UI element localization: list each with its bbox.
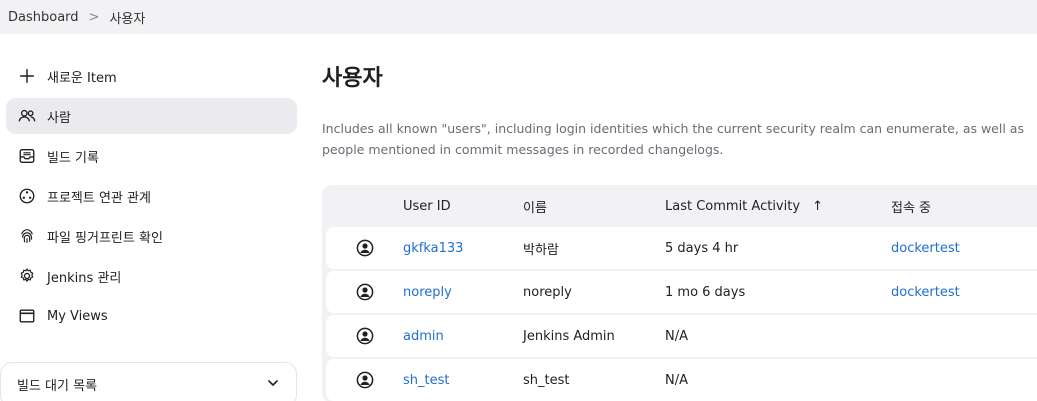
table-header: User ID 이름 Last Commit Activity ↑ 접속 중 <box>326 185 1037 227</box>
window-icon <box>17 306 37 326</box>
sidebar-item-label: Jenkins 관리 <box>47 270 122 286</box>
header-online[interactable]: 접속 중 <box>891 197 1037 216</box>
user-name: noreply <box>523 284 572 300</box>
user-avatar-icon <box>326 371 403 389</box>
user-name: 박하람 <box>523 242 559 258</box>
table-row: noreply noreply 1 mo 6 days dockertest <box>326 271 1037 313</box>
sidebar: 새로운 Item 사람 빌드 기록 프로젝트 연관 관계 파일 핑거프린트 확인… <box>6 58 297 338</box>
header-last-commit-label: Last Commit Activity <box>665 198 801 214</box>
header-last-commit[interactable]: Last Commit Activity ↑ <box>665 199 891 214</box>
sidebar-item-label: 파일 핑거프린트 확인 <box>47 230 163 246</box>
last-commit: N/A <box>665 328 688 344</box>
breadcrumb-dashboard[interactable]: Dashboard <box>8 10 79 25</box>
breadcrumb-separator: > <box>88 9 100 25</box>
sidebar-item-label: 사람 <box>47 110 71 126</box>
user-avatar-icon <box>326 239 403 257</box>
breadcrumb: Dashboard > 사용자 <box>0 0 1037 34</box>
user-avatar-icon <box>326 327 403 345</box>
sidebar-item-build-history[interactable]: 빌드 기록 <box>6 138 297 174</box>
page-description: Includes all known "users", including lo… <box>322 121 1024 157</box>
sidebar-item-project-relationship[interactable]: 프로젝트 연관 관계 <box>6 178 297 214</box>
relationship-icon <box>17 186 37 206</box>
online-link[interactable]: dockertest <box>891 285 1037 300</box>
sidebar-item-my-views[interactable]: My Views <box>6 298 297 334</box>
main-content: 사용자 Includes all known "users", includin… <box>322 58 1037 401</box>
user-id-link[interactable]: admin <box>403 329 523 344</box>
inbox-icon <box>17 146 37 166</box>
header-name[interactable]: 이름 <box>523 197 665 216</box>
last-commit: 1 mo 6 days <box>665 284 746 300</box>
sidebar-item-label: My Views <box>47 308 108 324</box>
user-id-link[interactable]: gkfka133 <box>403 241 523 256</box>
last-commit: N/A <box>665 372 688 388</box>
header-user-id[interactable]: User ID <box>403 199 523 214</box>
table-row: sh_test sh_test N/A <box>326 359 1037 401</box>
last-commit: 5 days 4 hr <box>665 240 739 256</box>
users-table: User ID 이름 Last Commit Activity ↑ 접속 중 g… <box>322 185 1037 401</box>
gear-icon <box>17 266 37 286</box>
user-id-link[interactable]: noreply <box>403 285 523 300</box>
people-icon <box>17 106 37 126</box>
user-id-link[interactable]: sh_test <box>403 373 523 388</box>
build-queue-panel[interactable]: 빌드 대기 목록 <box>0 362 297 401</box>
user-name: sh_test <box>523 372 570 388</box>
sidebar-item-label: 프로젝트 연관 관계 <box>47 190 151 206</box>
breadcrumb-users[interactable]: 사용자 <box>109 8 145 27</box>
sort-ascending-icon: ↑ <box>812 198 824 214</box>
page-title: 사용자 <box>322 66 383 91</box>
fingerprint-icon <box>17 226 37 246</box>
build-queue-label: 빌드 대기 목록 <box>17 379 98 394</box>
sidebar-item-label: 새로운 Item <box>47 70 117 86</box>
table-row: gkfka133 박하람 5 days 4 hr dockertest <box>326 227 1037 269</box>
chevron-down-icon[interactable] <box>266 376 280 394</box>
sidebar-item-fingerprint[interactable]: 파일 핑거프린트 확인 <box>6 218 297 254</box>
user-name: Jenkins Admin <box>523 328 615 344</box>
user-avatar-icon <box>326 283 403 301</box>
sidebar-item-manage-jenkins[interactable]: Jenkins 관리 <box>6 258 297 294</box>
sidebar-item-new-item[interactable]: 새로운 Item <box>6 58 297 94</box>
online-link[interactable]: dockertest <box>891 241 1037 256</box>
sidebar-item-label: 빌드 기록 <box>47 150 99 166</box>
sidebar-item-people[interactable]: 사람 <box>6 98 297 134</box>
table-row: admin Jenkins Admin N/A <box>326 315 1037 357</box>
plus-icon <box>17 66 37 86</box>
